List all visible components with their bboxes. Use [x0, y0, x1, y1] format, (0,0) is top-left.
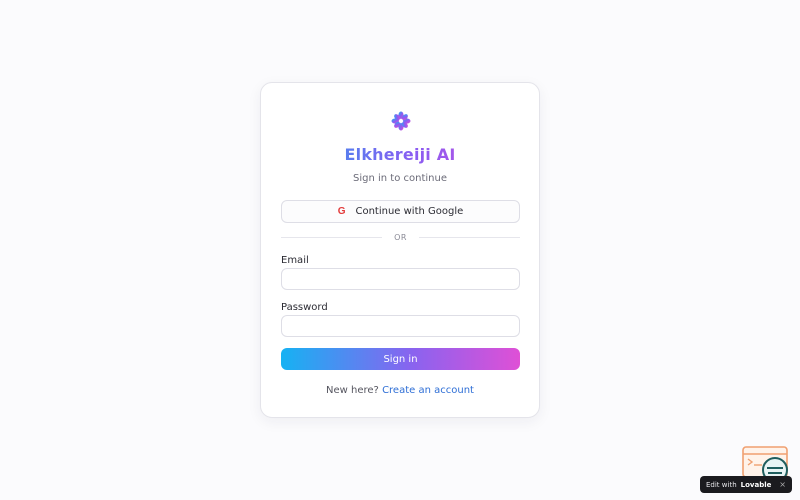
password-field[interactable] [281, 315, 520, 337]
continue-with-google-button[interactable]: G Continue with Google [281, 200, 520, 223]
google-button-label: Continue with Google [355, 206, 464, 217]
app-subtitle: Sign in to continue [353, 173, 447, 184]
signup-prompt-text: New here? [326, 385, 379, 396]
create-account-link[interactable]: Create an account [382, 385, 474, 396]
badge-close-icon[interactable]: × [779, 480, 786, 489]
app-title: Elkhereiji AI [261, 145, 539, 164]
badge-brand: Lovable [740, 480, 772, 489]
password-label: Password [281, 302, 328, 313]
sign-in-button[interactable]: Sign in [281, 348, 520, 370]
or-divider: OR [281, 231, 521, 243]
google-g-icon: G [337, 206, 346, 217]
page: Elkhereiji AI Sign in to continue G Cont… [0, 0, 800, 500]
divider-text: OR [394, 232, 407, 242]
flower-logo-icon [391, 111, 411, 131]
divider-line-right [418, 236, 521, 238]
divider-line-left [281, 236, 383, 238]
edit-with-lovable-badge[interactable]: Edit with Lovable × [700, 476, 792, 493]
signup-prompt: New here? Create an account [261, 385, 539, 396]
badge-prefix: Edit with [706, 480, 737, 489]
email-label: Email [281, 255, 309, 266]
login-card: Elkhereiji AI Sign in to continue G Cont… [260, 82, 540, 418]
email-field[interactable] [281, 268, 520, 290]
